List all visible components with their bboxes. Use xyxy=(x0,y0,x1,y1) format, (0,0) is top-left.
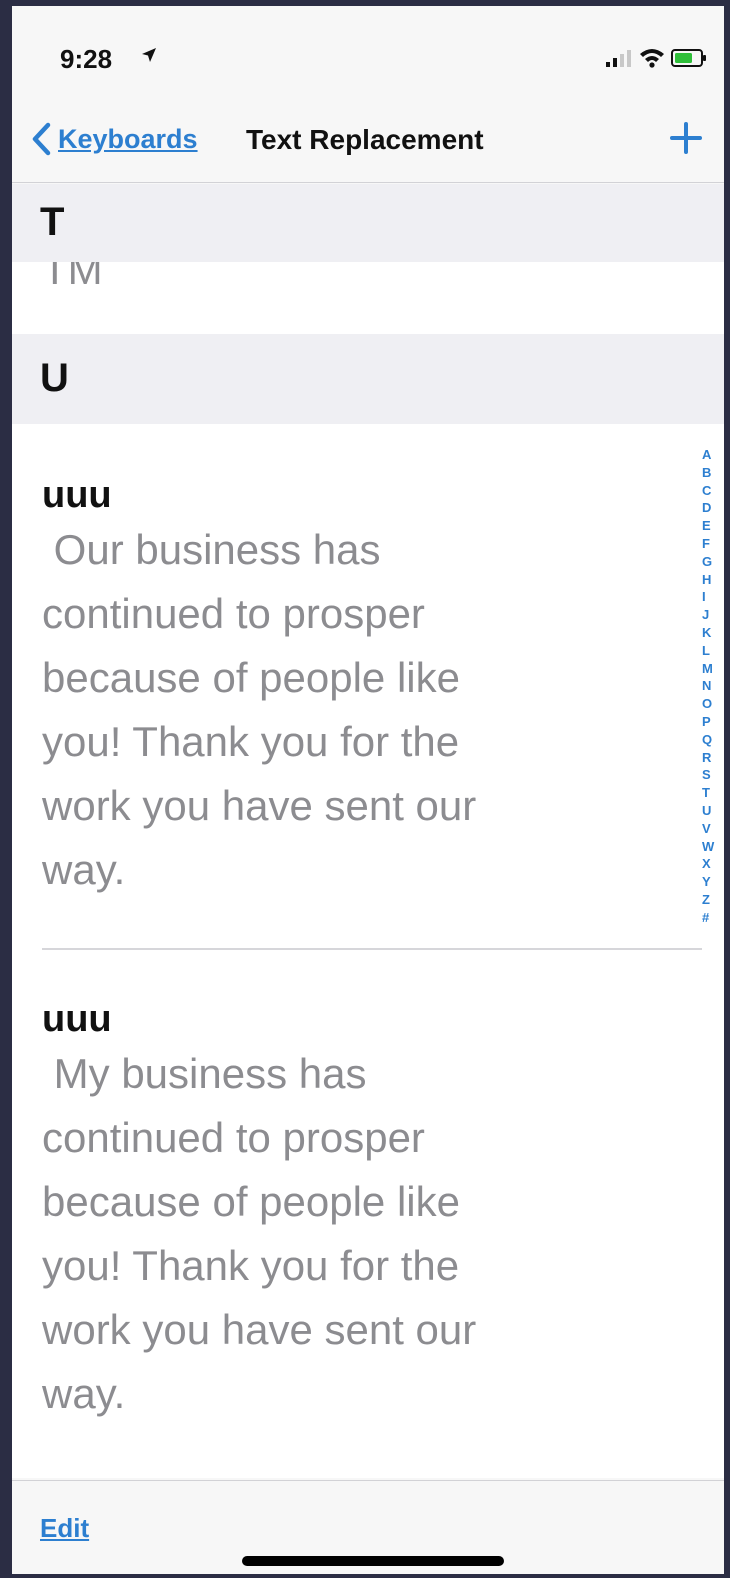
status-icons xyxy=(566,46,716,75)
row-separator xyxy=(42,948,702,950)
index-letter[interactable]: O xyxy=(702,695,724,713)
status-bar: 9:28 xyxy=(12,6,724,102)
index-letter[interactable]: V xyxy=(702,820,724,838)
status-time: 9:28 xyxy=(60,44,113,74)
index-letter[interactable]: R xyxy=(702,749,724,767)
index-letter[interactable]: M xyxy=(702,660,724,678)
page-title: Text Replacement xyxy=(246,124,484,155)
index-letter[interactable]: Y xyxy=(702,873,724,891)
index-letter[interactable]: S xyxy=(702,766,724,784)
section-letter: U xyxy=(40,356,69,400)
entry-phrase: Our business has continued to prosper be… xyxy=(42,526,477,893)
back-button[interactable]: Keyboards xyxy=(30,122,198,156)
signal-icon xyxy=(606,50,631,67)
entry-phrase: My business has continued to prosper bec… xyxy=(42,1050,477,1417)
index-letter[interactable]: A xyxy=(702,446,724,464)
index-letter[interactable]: D xyxy=(702,499,724,517)
section-header-t: T xyxy=(12,184,724,262)
section-index[interactable]: A B C D E F G H I J K L M N O P Q R S T … xyxy=(702,446,724,927)
index-letter[interactable]: B xyxy=(702,464,724,482)
section-header-u: U xyxy=(12,334,724,424)
index-letter[interactable]: Q xyxy=(702,731,724,749)
home-indicator[interactable] xyxy=(242,1556,504,1566)
index-letter[interactable]: W xyxy=(702,838,724,856)
navigation-bar: Keyboards Text Replacement xyxy=(12,102,724,183)
index-letter[interactable]: L xyxy=(702,642,724,660)
phone-screen: 9:28 Keyboards Text Replacement T TM U u… xyxy=(12,6,724,1574)
wifi-icon xyxy=(640,49,664,68)
index-letter[interactable]: T xyxy=(702,784,724,802)
battery-icon xyxy=(671,49,706,67)
index-letter[interactable]: G xyxy=(702,553,724,571)
list-item-partial[interactable]: TM xyxy=(12,262,724,334)
index-letter[interactable]: J xyxy=(702,606,724,624)
entry-shortcut: uuu xyxy=(42,998,112,1040)
location-arrow-icon xyxy=(140,46,158,69)
entry-shortcut: uuu xyxy=(42,474,112,516)
index-letter[interactable]: C xyxy=(702,482,724,500)
device-bezel: 9:28 Keyboards Text Replacement T TM U u… xyxy=(0,0,730,1578)
index-letter[interactable]: F xyxy=(702,535,724,553)
index-letter[interactable]: P xyxy=(702,713,724,731)
index-letter[interactable]: # xyxy=(702,909,724,927)
index-letter[interactable]: K xyxy=(702,624,724,642)
index-letter[interactable]: E xyxy=(702,517,724,535)
partial-shortcut: TM xyxy=(42,262,103,293)
index-letter[interactable]: Z xyxy=(702,891,724,909)
index-letter[interactable]: I xyxy=(702,588,724,606)
back-button-label: Keyboards xyxy=(58,123,198,154)
section-letter: T xyxy=(40,200,65,244)
index-letter[interactable]: X xyxy=(702,855,724,873)
text-replacement-list: uuu Our business has continued to prospe… xyxy=(12,424,724,1478)
index-letter[interactable]: N xyxy=(702,677,724,695)
edit-button[interactable]: Edit xyxy=(40,1513,89,1544)
index-letter[interactable]: H xyxy=(702,571,724,589)
add-icon[interactable] xyxy=(662,114,710,162)
index-letter[interactable]: U xyxy=(702,802,724,820)
chevron-left-icon xyxy=(32,122,51,156)
